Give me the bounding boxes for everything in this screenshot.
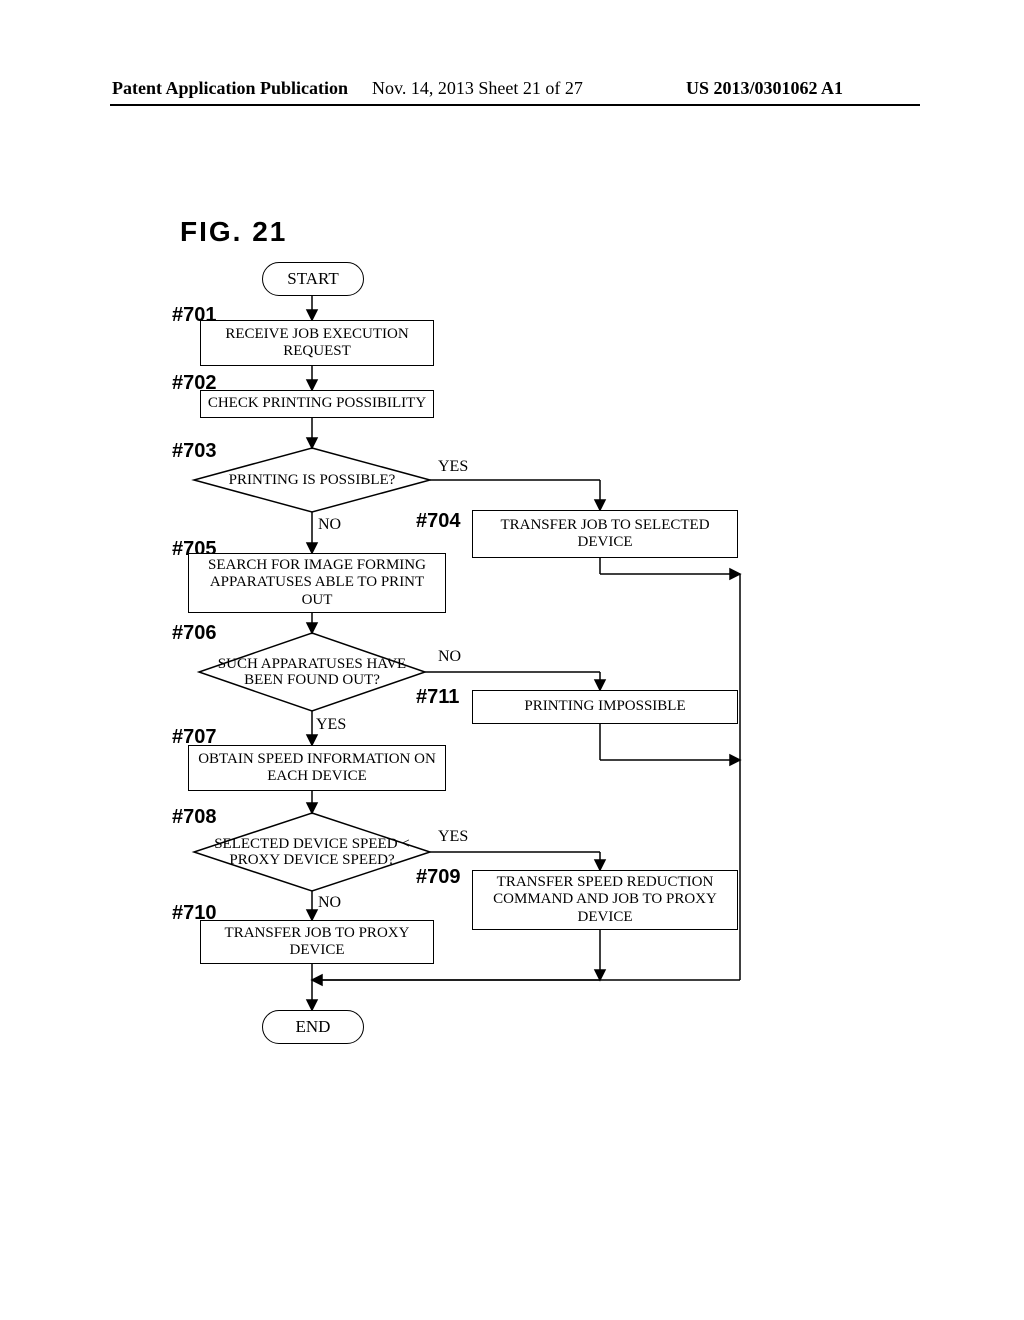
pub-type: Patent Application Publication: [112, 78, 348, 99]
step-706: SUCH APPARATUSES HAVE BEEN FOUND OUT?: [210, 647, 414, 697]
step-703-label: #703: [172, 440, 217, 463]
step-709-label: #709: [416, 866, 461, 889]
figure-title: FIG. 21: [180, 216, 287, 248]
edge-706-yes: YES: [316, 716, 346, 734]
step-704-label: #704: [416, 510, 461, 533]
edge-703-no: NO: [318, 516, 341, 534]
step-708: SELECTED DEVICE SPEED < PROXY DEVICE SPE…: [214, 826, 410, 878]
step-711: PRINTING IMPOSSIBLE: [472, 690, 738, 724]
step-704: TRANSFER JOB TO SELECTED DEVICE: [472, 510, 738, 558]
step-702: CHECK PRINTING POSSIBILITY: [200, 390, 434, 418]
step-703: PRINTING IS POSSIBLE?: [216, 470, 408, 490]
step-709: TRANSFER SPEED REDUCTION COMMAND AND JOB…: [472, 870, 738, 930]
step-711-label: #711: [416, 686, 459, 709]
step-705: SEARCH FOR IMAGE FORMING APPARATUSES ABL…: [188, 553, 446, 613]
step-707: OBTAIN SPEED INFORMATION ON EACH DEVICE: [188, 745, 446, 791]
step-708-label: #708: [172, 806, 217, 829]
edge-703-yes: YES: [438, 458, 468, 476]
step-706-label: #706: [172, 622, 217, 645]
start-node: START: [262, 262, 364, 296]
end-node: END: [262, 1010, 364, 1044]
edge-708-no: NO: [318, 894, 341, 912]
pub-number: US 2013/0301062 A1: [686, 78, 843, 99]
sheet-info: Nov. 14, 2013 Sheet 21 of 27: [372, 78, 583, 99]
step-701: RECEIVE JOB EXECUTION REQUEST: [200, 320, 434, 366]
step-710: TRANSFER JOB TO PROXY DEVICE: [200, 920, 434, 964]
flow-connectors: [0, 0, 1024, 1320]
edge-708-yes: YES: [438, 828, 468, 846]
edge-706-no: NO: [438, 648, 461, 666]
header-rule: [110, 104, 920, 106]
